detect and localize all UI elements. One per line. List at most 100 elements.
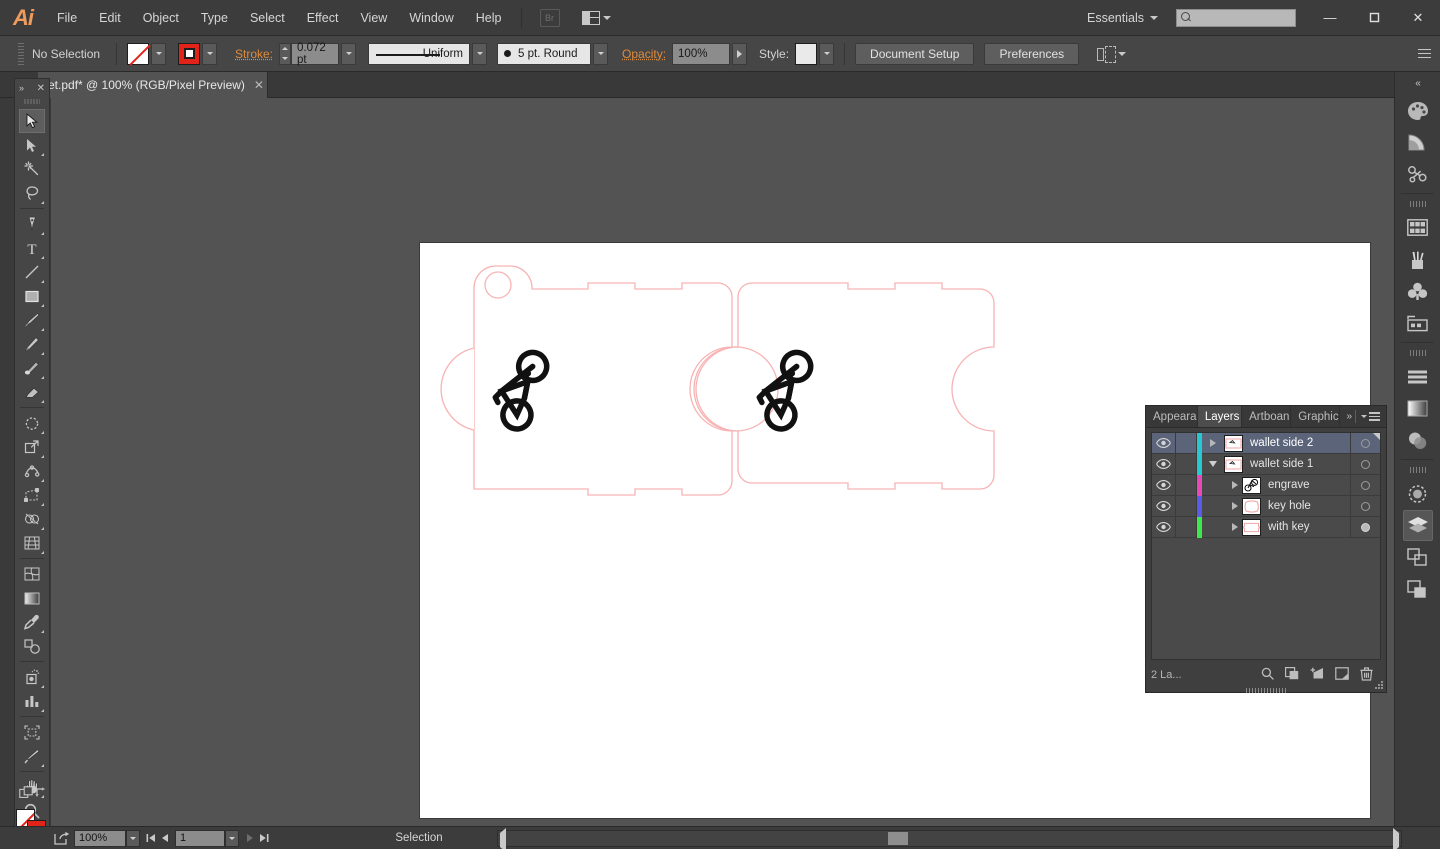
symbol-sprayer-tool[interactable] [19, 665, 45, 689]
gradient-tool[interactable] [19, 586, 45, 610]
opacity-dropdown[interactable] [732, 42, 748, 65]
symbols-panel-icon[interactable] [1403, 159, 1433, 190]
fill-dropdown-button[interactable] [151, 42, 166, 65]
color-panel-icon[interactable] [1403, 95, 1433, 126]
menu-type[interactable]: Type [190, 0, 239, 36]
graphic-style-dropdown[interactable] [819, 42, 835, 65]
control-bar-grip[interactable] [18, 42, 24, 65]
layer-row-wallet-side-1[interactable]: wallet side 1 [1152, 453, 1380, 475]
perspective-grid-tool[interactable] [19, 531, 45, 555]
direct-selection-tool[interactable] [19, 133, 45, 157]
stroke-weight-stepper[interactable] [279, 42, 292, 65]
eraser-tool[interactable] [19, 380, 45, 404]
layer-lock-toggle[interactable] [1176, 433, 1197, 453]
selection-tool[interactable] [19, 109, 45, 133]
stroke-dropdown-button[interactable] [202, 42, 217, 65]
expand-panels-icon[interactable]: « [1395, 72, 1440, 94]
change-screen-mode-icon[interactable] [19, 786, 34, 804]
brushes-panel-icon[interactable] [1403, 244, 1433, 275]
arrange-documents-button[interactable] [581, 10, 611, 25]
scroll-right-button[interactable] [1393, 828, 1399, 849]
opacity-input[interactable]: 100% [672, 42, 731, 65]
minimize-button[interactable]: — [1308, 5, 1352, 31]
layer-visibility-toggle[interactable] [1152, 475, 1176, 495]
layer-expand-toggle[interactable] [1202, 475, 1242, 495]
layers-panel-icon[interactable] [1402, 510, 1433, 541]
horizontal-scroll-thumb[interactable] [888, 832, 908, 845]
menu-edit[interactable]: Edit [88, 0, 132, 36]
layer-name[interactable]: engrave [1261, 479, 1350, 491]
menu-help[interactable]: Help [465, 0, 513, 36]
magic-wand-tool[interactable] [19, 157, 45, 181]
free-transform-tool[interactable] [19, 483, 45, 507]
pathfinder-panel-icon[interactable] [1403, 542, 1433, 573]
layer-lock-toggle[interactable] [1176, 517, 1197, 537]
workspace-switcher[interactable]: Essentials [1077, 11, 1168, 25]
layer-visibility-toggle[interactable] [1152, 433, 1176, 453]
tab-graphic-styles[interactable]: Graphic [1291, 406, 1341, 427]
menu-window[interactable]: Window [398, 0, 464, 36]
artboards-panel-icon[interactable] [1403, 308, 1433, 339]
dock-group-grip[interactable] [1408, 198, 1427, 210]
paintbrush-tool[interactable] [19, 308, 45, 332]
layer-name[interactable]: with key [1261, 521, 1350, 533]
document-setup-button[interactable]: Document Setup [855, 42, 975, 65]
layer-name[interactable]: wallet side 1 [1243, 458, 1350, 470]
horizontal-scrollbar[interactable] [497, 828, 1402, 849]
search-input[interactable] [1176, 8, 1296, 27]
layer-expand-toggle[interactable] [1202, 517, 1242, 537]
previous-artboard-button[interactable] [158, 830, 171, 847]
layer-target-indicator[interactable] [1350, 496, 1380, 516]
tab-appearance[interactable]: Appeara [1146, 406, 1198, 427]
align-to-control[interactable] [1093, 46, 1127, 63]
transparency-panel-icon[interactable] [1403, 425, 1433, 456]
tab-artboards[interactable]: Artboan [1242, 406, 1292, 427]
stroke-swatch[interactable] [178, 42, 200, 65]
artboard-tool[interactable] [19, 720, 45, 744]
layer-visibility-toggle[interactable] [1152, 517, 1176, 537]
panel-resize-handle[interactable] [1375, 681, 1384, 690]
fill-color-control[interactable] [127, 42, 166, 65]
transform-panel-icon[interactable] [1403, 574, 1433, 605]
scroll-left-button[interactable] [500, 828, 506, 849]
stroke-profile-dropdown[interactable] [472, 42, 488, 65]
bridge-icon[interactable]: Br [539, 8, 560, 27]
mesh-tool[interactable] [19, 562, 45, 586]
zoom-level-input[interactable]: 100% [74, 829, 126, 847]
column-graph-tool[interactable] [19, 689, 45, 713]
create-new-sublayer-icon[interactable] [1310, 667, 1324, 683]
layer-target-indicator[interactable] [1350, 475, 1380, 495]
panel-menu-icon[interactable] [1361, 412, 1381, 421]
maximize-button[interactable] [1352, 5, 1396, 31]
layer-visibility-toggle[interactable] [1152, 496, 1176, 516]
graphic-style-swatch[interactable] [795, 42, 818, 65]
locate-object-icon[interactable] [1261, 667, 1274, 683]
dock-group-grip[interactable] [1408, 347, 1427, 359]
color-guide-panel-icon[interactable] [1403, 127, 1433, 158]
opacity-label[interactable]: Opacity: [622, 47, 666, 61]
zoom-level-dropdown[interactable] [126, 829, 140, 847]
brush-definition-dropdown[interactable] [593, 42, 609, 65]
artboard-number-input[interactable]: 1 [175, 829, 225, 847]
menu-object[interactable]: Object [132, 0, 190, 36]
first-artboard-button[interactable] [144, 830, 157, 847]
layer-row-with-key[interactable]: with key [1152, 516, 1380, 538]
menu-select[interactable]: Select [239, 0, 296, 36]
expand-panel-icon[interactable]: » [1346, 411, 1351, 422]
artboard-number-dropdown[interactable] [225, 829, 239, 847]
rotate-tool[interactable] [19, 411, 45, 435]
control-bar-menu-button[interactable] [1418, 48, 1431, 59]
document-tab[interactable]: et.pdf* @ 100% (RGB/Pixel Preview) ✕ [38, 72, 268, 98]
pen-tool[interactable] [19, 212, 45, 236]
layer-target-indicator[interactable] [1350, 517, 1380, 537]
eyedropper-tool[interactable] [19, 610, 45, 634]
layer-target-indicator[interactable] [1350, 454, 1380, 474]
graphic-styles-panel-icon[interactable] [1403, 276, 1433, 307]
menu-file[interactable]: File [46, 0, 88, 36]
stroke-color-control[interactable] [178, 42, 217, 65]
layer-lock-toggle[interactable] [1176, 496, 1197, 516]
layer-row-engrave[interactable]: engrave [1152, 474, 1380, 496]
width-tool[interactable] [19, 459, 45, 483]
shape-builder-tool[interactable] [19, 507, 45, 531]
tools-panel-grip[interactable] [24, 97, 40, 106]
